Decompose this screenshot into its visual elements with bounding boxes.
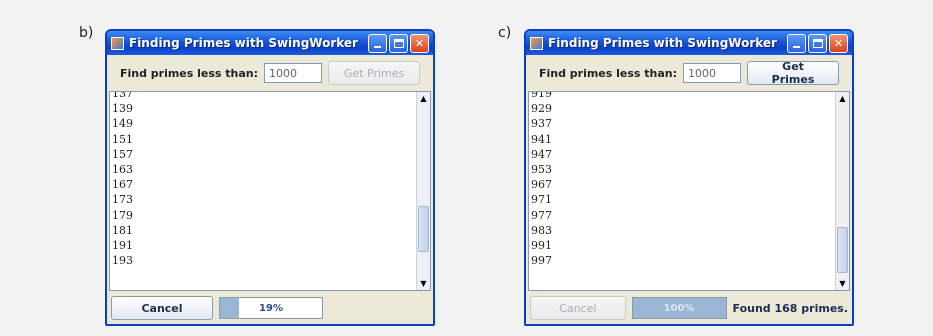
primes-list-area[interactable]: 137 139 149 151 157 163 167 173 179 181 191 193 ▲ ▼ — [109, 91, 431, 291]
title-bar[interactable]: Finding Primes with SwingWorker ✕ — [107, 31, 433, 55]
get-primes-button[interactable]: Get Primes — [747, 60, 840, 86]
list-item: 193 — [112, 254, 133, 268]
title-bar[interactable]: Finding Primes with SwingWorker ✕ — [526, 31, 852, 55]
primes-list-area[interactable]: 919 929 937 941 947 953 967 971 977 983 991 997 ▲ ▼ — [528, 91, 850, 291]
maximize-button[interactable] — [389, 33, 408, 53]
minimize-icon — [374, 46, 381, 48]
progress-percent: 19% — [259, 302, 283, 314]
list-item: 179 — [112, 208, 133, 222]
scrollbar-thumb[interactable] — [837, 227, 848, 274]
input-toolbar: Find primes less than: Get Primes — [107, 55, 433, 91]
scroll-up-arrow-icon[interactable]: ▲ — [417, 92, 430, 105]
vertical-scrollbar[interactable]: ▲ ▼ — [416, 92, 430, 290]
list-item: 929 — [531, 102, 552, 116]
list-item: 157 — [112, 147, 133, 161]
close-icon: ✕ — [414, 36, 425, 50]
list-item: 941 — [531, 132, 552, 146]
list-item: 971 — [531, 193, 552, 207]
list-item: 983 — [531, 223, 552, 237]
window-panel-b: Finding Primes with SwingWorker ✕ Find p… — [105, 29, 435, 326]
list-item: 151 — [112, 132, 133, 146]
close-button[interactable]: ✕ — [829, 33, 848, 53]
primes-list: 919 929 937 941 947 953 967 971 977 983 991 997 — [531, 91, 552, 268]
list-item: 937 — [531, 117, 552, 131]
list-item: 977 — [531, 208, 552, 222]
window-panel-c: Finding Primes with SwingWorker ✕ Find p… — [524, 29, 854, 326]
scroll-down-arrow-icon[interactable]: ▼ — [417, 277, 430, 290]
minimize-icon — [793, 46, 800, 48]
progress-percent: 100% — [663, 302, 695, 314]
progress-bar: 19% — [219, 297, 323, 319]
limit-input[interactable] — [264, 63, 323, 83]
list-item: 967 — [531, 178, 552, 192]
panel-label-c: c) — [498, 25, 512, 41]
list-item: 181 — [112, 223, 133, 237]
scroll-up-arrow-icon[interactable]: ▲ — [836, 92, 849, 105]
close-button[interactable]: ✕ — [410, 33, 429, 53]
input-toolbar: Find primes less than: Get Primes — [526, 55, 852, 91]
java-app-icon — [111, 36, 124, 50]
maximize-button[interactable] — [808, 33, 827, 53]
list-item: 191 — [112, 239, 133, 253]
minimize-button[interactable] — [787, 33, 806, 53]
maximize-icon — [393, 38, 404, 48]
progress-bar: 100% — [631, 297, 727, 319]
status-bar: Cancel 100% Found 168 primes. — [526, 292, 852, 324]
list-item: 997 — [531, 254, 552, 268]
find-primes-label: Find primes less than: — [119, 66, 259, 80]
list-item: 167 — [112, 178, 133, 192]
list-item: 919 — [531, 91, 552, 100]
list-item: 991 — [531, 239, 552, 253]
java-app-icon — [530, 36, 543, 50]
minimize-button[interactable] — [368, 33, 387, 53]
status-bar: Cancel 19% — [107, 292, 433, 324]
close-icon: ✕ — [833, 36, 844, 50]
scroll-down-arrow-icon[interactable]: ▼ — [836, 277, 849, 290]
get-primes-button[interactable]: Get Primes — [328, 61, 421, 85]
window-title: Finding Primes with SwingWorker — [129, 36, 358, 50]
panel-label-b: b) — [79, 25, 94, 41]
list-item: 947 — [531, 147, 552, 161]
list-item: 953 — [531, 163, 552, 177]
primes-list: 137 139 149 151 157 163 167 173 179 181 191 193 — [112, 91, 133, 268]
vertical-scrollbar[interactable]: ▲ ▼ — [835, 92, 849, 290]
scrollbar-thumb[interactable] — [418, 205, 429, 252]
list-item: 149 — [112, 117, 133, 131]
list-item: 137 — [112, 91, 133, 100]
limit-input[interactable] — [683, 63, 742, 83]
list-item: 163 — [112, 163, 133, 177]
status-message: Found 168 primes. — [732, 301, 849, 315]
find-primes-label: Find primes less than: — [538, 66, 678, 80]
cancel-button[interactable]: Cancel — [111, 296, 213, 320]
list-item: 139 — [112, 102, 133, 116]
maximize-icon — [812, 38, 823, 48]
cancel-button[interactable]: Cancel — [530, 296, 626, 320]
window-title: Finding Primes with SwingWorker — [548, 36, 777, 50]
list-item: 173 — [112, 193, 133, 207]
